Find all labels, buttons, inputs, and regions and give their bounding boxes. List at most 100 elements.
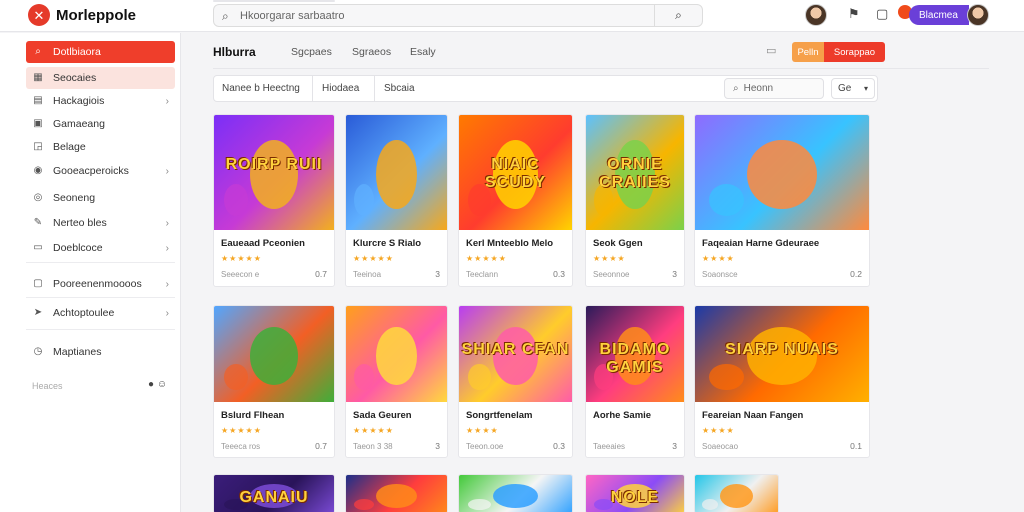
app-logo-icon[interactable]: ✕: [28, 4, 50, 26]
game-thumbnail[interactable]: SIARP NUAIS: [695, 306, 869, 402]
sidebar-item-2[interactable]: ▤ Hackagiois ›: [26, 90, 175, 112]
folder-icon: ▭: [33, 242, 43, 253]
game-count: 0.7: [315, 441, 327, 451]
search-icon: ⌕: [35, 46, 41, 57]
game-meta: Teeeca ros: [221, 442, 261, 451]
search-input[interactable]: Hkoorgarar sarbaatro: [240, 10, 345, 22]
search-bar[interactable]: ⌕ Hkoorgarar sarbaatro ⌕: [213, 4, 703, 27]
game-title[interactable]: Kerl Mnteeblo Melo: [466, 238, 567, 249]
search-button[interactable]: ⌕: [654, 5, 702, 26]
filter-0[interactable]: Nanee b Heectng: [222, 83, 300, 94]
game-meta: Teeon.ooe: [466, 442, 504, 451]
chevron-right-icon: ›: [165, 307, 169, 319]
flag-icon[interactable]: ⚑: [848, 6, 860, 22]
game-card[interactable]: [213, 0, 335, 2]
primary-button[interactable]: Sorappao: [824, 42, 885, 62]
user-avatar[interactable]: [967, 4, 989, 26]
filter-1[interactable]: Hiodaea: [322, 83, 359, 94]
game-title[interactable]: Sada Geuren: [353, 410, 442, 421]
game-thumbnail[interactable]: [214, 306, 334, 402]
game-thumbnail[interactable]: NIAIC SCUDY: [459, 115, 572, 230]
sidebar-item-11[interactable]: ◷ Maptianes: [26, 341, 175, 363]
tab-0[interactable]: Sgcpaes: [291, 46, 332, 58]
game-title[interactable]: Faqeaian Harne Gdeuraee: [702, 238, 864, 249]
sidebar-item-6[interactable]: ◎ Seoneng: [26, 187, 175, 209]
brand-name[interactable]: Morleppole: [56, 7, 136, 24]
sidebar-item-label: Pooreenenmoooos: [53, 278, 142, 290]
sidebar-item-5[interactable]: ◉ Gooeacperoicks ›: [26, 160, 175, 182]
image-icon[interactable]: ▭: [766, 44, 776, 57]
rating-stars: ★★★★: [702, 254, 735, 263]
game-title[interactable]: Feareian Naan Fangen: [702, 410, 864, 421]
character-shape: [747, 140, 817, 210]
game-thumbnail[interactable]: [346, 475, 447, 512]
game-thumbnail[interactable]: BIDAMO GAMIS: [586, 306, 684, 402]
header-divider: [213, 68, 989, 69]
game-card[interactable]: SHIAR CFAN Songrtfenelam ★★★★ Teeon.ooe 0.3: [458, 305, 573, 458]
game-thumbnail[interactable]: SHIAR CFAN: [459, 306, 572, 402]
filter-search-input[interactable]: ⌕ Heonn: [724, 78, 824, 99]
decor-shape: [223, 363, 248, 391]
decor-shape: [354, 184, 375, 217]
profile-button[interactable]: Blacmea: [909, 5, 969, 25]
grid-icon: ▦: [33, 72, 43, 83]
game-thumbnail[interactable]: [346, 306, 447, 402]
sort-dropdown[interactable]: Ge ▾: [831, 78, 875, 99]
game-card[interactable]: Bslurd Flhean ★★★★★ Teeeca ros 0.7: [213, 305, 335, 458]
game-card[interactable]: Sada Geuren ★★★★★ Taeon 3 38 3: [345, 305, 448, 458]
game-title[interactable]: Seok Ggen: [593, 238, 679, 249]
sidebar-item-9[interactable]: ▢ Pooreenenmoooos ›: [26, 273, 175, 295]
decor-shape: [708, 363, 744, 391]
game-title[interactable]: Klurcre S Rialo: [353, 238, 442, 249]
tab-2[interactable]: Esaly: [410, 46, 436, 58]
game-title[interactable]: Songrtfenelam: [466, 410, 567, 421]
sidebar-item-1[interactable]: ▦ Seocaies: [26, 67, 175, 89]
game-card[interactable]: [694, 474, 779, 512]
game-card[interactable]: Faqeaian Harne Gdeuraee ★★★★ Soaonsce 0.2: [694, 114, 870, 287]
sidebar-item-7[interactable]: ✎ Nerteo bles ›: [26, 212, 175, 234]
sidebar-item-4[interactable]: ◲ Belage: [26, 136, 175, 158]
filter-2[interactable]: Sbcaia: [384, 83, 415, 94]
game-title[interactable]: Bslurd Flhean: [221, 410, 329, 421]
tab-1[interactable]: Sgraeos: [352, 46, 391, 58]
sidebar-item-0[interactable]: ⌕ Dotlbiaora: [26, 41, 175, 63]
game-card[interactable]: GANAIU: [213, 474, 335, 512]
sidebar-item-label: Seoneng: [53, 192, 96, 204]
game-thumbnail[interactable]: NOLE: [586, 475, 684, 512]
decor-shape: [354, 499, 375, 511]
game-thumbnail[interactable]: [346, 115, 447, 230]
game-thumbnail[interactable]: [459, 475, 572, 512]
game-art-title: SIARP NUAIS: [725, 340, 839, 358]
circle-icon: ◎: [33, 192, 43, 203]
game-thumbnail[interactable]: ORNIE CRAIIES: [586, 115, 684, 230]
game-thumbnail[interactable]: [695, 475, 778, 512]
bell-icon[interactable]: ▢: [876, 6, 888, 22]
game-card[interactable]: NIAIC SCUDY Kerl Mnteeblo Melo ★★★★★ Teecla…: [458, 114, 573, 287]
game-card[interactable]: ROIRP RUII Eaueaad Pceonien ★★★★★ Seeecon e…: [213, 114, 335, 287]
game-card[interactable]: NOLE: [585, 474, 685, 512]
sidebar-item-label: Gamaeang: [53, 118, 105, 130]
game-card[interactable]: SIARP NUAIS Feareian Naan Fangen ★★★★ Soaeo…: [694, 305, 870, 458]
game-card[interactable]: BIDAMO GAMIS Aorhe Samie Taeeaies 3: [585, 305, 685, 458]
clock-icon: ◷: [33, 346, 43, 357]
game-thumbnail[interactable]: GANAIU: [214, 475, 334, 512]
game-card[interactable]: Klurcre S Rialo ★★★★★ Teeinoa 3: [345, 114, 448, 287]
avatar[interactable]: [805, 4, 827, 26]
game-card[interactable]: ORNIE CRAIIES Seok Ggen ★★★★ Seeonnoe 3: [585, 114, 685, 287]
game-thumbnail[interactable]: ROIRP RUII: [214, 115, 334, 230]
decor-shape: [468, 499, 491, 511]
sidebar-footer-icons[interactable]: ● ☺: [148, 379, 167, 390]
game-thumbnail[interactable]: [695, 115, 869, 230]
character-shape: [376, 140, 417, 210]
game-meta: Teeinoa: [353, 270, 382, 279]
sidebar-item-8[interactable]: ▭ Doeblcoce ›: [26, 237, 175, 259]
sidebar-item-10[interactable]: ➤ Achtoptoulee ›: [26, 302, 175, 324]
game-thumbnail[interactable]: [214, 1, 334, 2]
game-title[interactable]: Eaueaad Pceonien: [221, 238, 329, 249]
decor-shape: [701, 499, 719, 511]
secondary-button[interactable]: Pelln: [792, 42, 824, 62]
game-title[interactable]: Aorhe Samie: [593, 410, 679, 421]
game-card[interactable]: [458, 474, 573, 512]
sidebar-item-3[interactable]: ▣ Gamaeang: [26, 113, 175, 135]
game-card[interactable]: [345, 474, 448, 512]
